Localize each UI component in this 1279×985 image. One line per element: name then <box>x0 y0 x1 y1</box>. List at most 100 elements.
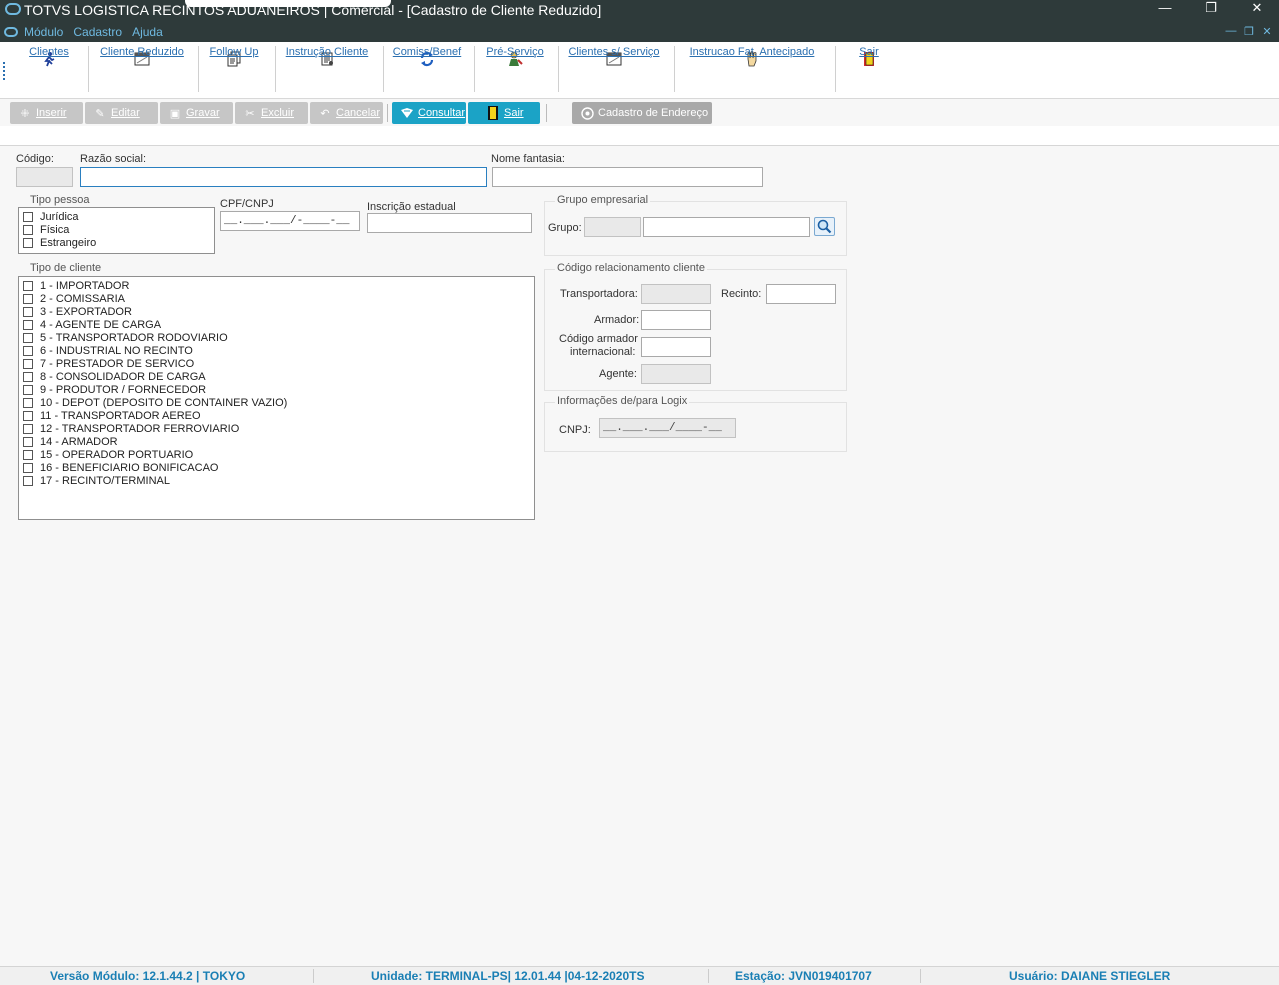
checkbox[interactable] <box>23 211 33 222</box>
toolbar-instrucao-cliente[interactable]: Instrução Cliente <box>283 42 371 99</box>
nome-fantasia-label: Nome fantasia: <box>491 153 565 165</box>
checkbox[interactable] <box>23 237 33 248</box>
checkbox[interactable] <box>23 423 33 434</box>
grupo-code-field[interactable] <box>584 217 641 237</box>
app-menu-icon[interactable] <box>4 27 18 37</box>
status-estacao: Estação: JVN019401707 <box>735 969 872 983</box>
menu-modulo[interactable]: Módulo <box>24 25 63 39</box>
agente-field[interactable] <box>641 364 711 384</box>
maximize-button[interactable]: ❐ <box>1196 0 1226 18</box>
tipo-pessoa-juridica[interactable]: Jurídica <box>23 210 79 223</box>
armador-label: Armador: <box>594 314 640 326</box>
transportadora-field[interactable] <box>641 284 711 304</box>
tipo-cliente-item[interactable]: 2 - COMISSARIA <box>23 292 125 305</box>
tipo-cliente-item[interactable]: 16 - BENEFICIARIO BONIFICACAO <box>23 461 218 474</box>
excluir-button[interactable]: ✂ Excluir <box>235 102 308 124</box>
gravar-button[interactable]: ▣ Gravar <box>160 102 233 124</box>
tipo-cliente-item[interactable]: 8 - CONSOLIDADOR DE CARGA <box>23 370 206 383</box>
sair-button[interactable]: Sair <box>468 102 540 124</box>
tipo-pessoa-estrangeiro[interactable]: Estrangeiro <box>23 236 96 249</box>
toolbar-comiss-benef[interactable]: Comiss/Benef <box>392 42 462 99</box>
checkbox[interactable] <box>23 449 33 460</box>
checkbox[interactable] <box>23 475 33 486</box>
content-header <box>0 126 1279 146</box>
toolbar-clientes-sem-servico[interactable]: Clientes s/ Serviço <box>566 42 662 99</box>
menu-cadastro[interactable]: Cadastro <box>73 25 122 39</box>
tipo-cliente-item-label: 12 - TRANSPORTADOR FERROVIARIO <box>40 422 240 435</box>
tipo-cliente-item-label: 1 - IMPORTADOR <box>40 279 130 292</box>
checkbox[interactable] <box>23 358 33 369</box>
razao-social-label: Razão social: <box>80 153 147 165</box>
toolbar-instrucao-fat-antecipado[interactable]: Instrucao Fat. Antecipado <box>686 42 818 99</box>
menu-ajuda[interactable]: Ajuda <box>132 25 163 39</box>
magnifier-icon <box>817 219 832 234</box>
grupo-name-field[interactable] <box>643 217 810 237</box>
mdi-close-button[interactable]: ✕ <box>1258 25 1276 38</box>
nome-fantasia-field[interactable] <box>492 167 763 187</box>
checkbox[interactable] <box>23 280 33 291</box>
mdi-restore-button[interactable]: ❐ <box>1240 25 1258 38</box>
toolbar-grip[interactable] <box>3 62 5 80</box>
checkbox[interactable] <box>23 410 33 421</box>
tipo-cliente-item[interactable]: 14 - ARMADOR <box>23 435 118 448</box>
codigo-field[interactable] <box>16 167 73 187</box>
close-button[interactable]: ✕ <box>1242 0 1272 18</box>
status-bar: Versão Módulo: 12.1.44.2 | TOKYO Unidade… <box>0 966 1279 985</box>
menu-bar: Módulo Cadastro Ajuda <box>0 23 173 41</box>
tipo-cliente-item-label: 6 - INDUSTRIAL NO RECINTO <box>40 344 193 357</box>
tipo-cliente-item[interactable]: 11 - TRANSPORTADOR AEREO <box>23 409 201 422</box>
tipo-cliente-item[interactable]: 3 - EXPORTADOR <box>23 305 132 318</box>
checkbox[interactable] <box>23 332 33 343</box>
tipo-cliente-item[interactable]: 12 - TRANSPORTADOR FERROVIARIO <box>23 422 239 435</box>
toolbar-pre-servico[interactable]: Pré-Serviço <box>484 42 546 99</box>
checkbox[interactable] <box>23 293 33 304</box>
checkbox[interactable] <box>23 224 33 235</box>
tipo-cliente-item[interactable]: 10 - DEPOT (DEPOSITO DE CONTAINER VAZIO) <box>23 396 287 409</box>
checkbox[interactable] <box>23 462 33 473</box>
tipo-cliente-item[interactable]: 1 - IMPORTADOR <box>23 279 129 292</box>
checkbox[interactable] <box>23 371 33 382</box>
toolbar-follow-up[interactable]: Follow Up <box>206 42 262 99</box>
tipo-cliente-item[interactable]: 4 - AGENTE DE CARGA <box>23 318 161 331</box>
tipo-cliente-item[interactable]: 7 - PRESTADOR DE SERVICO <box>23 357 194 370</box>
toolbar-separator <box>674 46 675 92</box>
checkbox[interactable] <box>23 397 33 408</box>
cnpj-field[interactable]: __.___.___/____-__ <box>599 418 736 438</box>
checkbox[interactable] <box>23 345 33 356</box>
codigo-armador-field[interactable] <box>641 337 711 357</box>
tipo-cliente-item[interactable]: 5 - TRANSPORTADOR RODOVIARIO <box>23 331 228 344</box>
checkbox[interactable] <box>23 436 33 447</box>
inscricao-estadual-field[interactable] <box>367 213 532 233</box>
toolbar-separator <box>474 46 475 92</box>
armador-field[interactable] <box>641 310 711 330</box>
main-toolbar: Clientes Cliente Reduzido Follow Up Inst… <box>0 42 1279 99</box>
tipo-cliente-item[interactable]: 9 - PRODUTOR / FORNECEDOR <box>23 383 206 396</box>
recinto-field[interactable] <box>766 284 836 304</box>
tipo-cliente-item-label: 8 - CONSOLIDADOR DE CARGA <box>40 370 206 383</box>
toolbar-clientes[interactable]: Clientes <box>22 42 76 99</box>
editar-button[interactable]: ✎ Editar <box>85 102 158 124</box>
cancelar-button[interactable]: ↶ Cancelar <box>310 102 383 124</box>
minimize-button[interactable]: — <box>1150 0 1180 18</box>
toolbar-sair[interactable]: Sair <box>852 42 886 99</box>
tipo-cliente-item-label: 2 - COMISSARIA <box>40 292 125 305</box>
inserir-button[interactable]: ⁜ Inserir <box>10 102 83 124</box>
grupo-empresarial-title: Grupo empresarial <box>555 194 651 206</box>
cadastro-endereco-button[interactable]: Cadastro de Endereço <box>572 102 712 124</box>
tipo-cliente-item[interactable]: 15 - OPERADOR PORTUARIO <box>23 448 193 461</box>
tipo-cliente-item[interactable]: 6 - INDUSTRIAL NO RECINTO <box>23 344 193 357</box>
cpf-cnpj-field[interactable]: __.___.___/-____-__ <box>220 211 360 231</box>
razao-social-field[interactable] <box>80 167 487 187</box>
checkbox[interactable] <box>23 384 33 395</box>
cancelar-label: Cancelar <box>336 107 381 119</box>
relacionamento-title: Código relacionamento cliente <box>555 262 707 274</box>
mdi-minimize-button[interactable]: — <box>1222 25 1240 37</box>
checkbox[interactable] <box>23 319 33 330</box>
grupo-search-button[interactable] <box>814 217 835 236</box>
tipo-pessoa-fisica[interactable]: Física <box>23 223 69 236</box>
recinto-label: Recinto: <box>721 288 762 300</box>
consultar-button[interactable]: Consultar <box>392 102 466 124</box>
toolbar-cliente-reduzido[interactable]: Cliente Reduzido <box>98 42 186 99</box>
tipo-cliente-item[interactable]: 17 - RECINTO/TERMINAL <box>23 474 170 487</box>
checkbox[interactable] <box>23 306 33 317</box>
